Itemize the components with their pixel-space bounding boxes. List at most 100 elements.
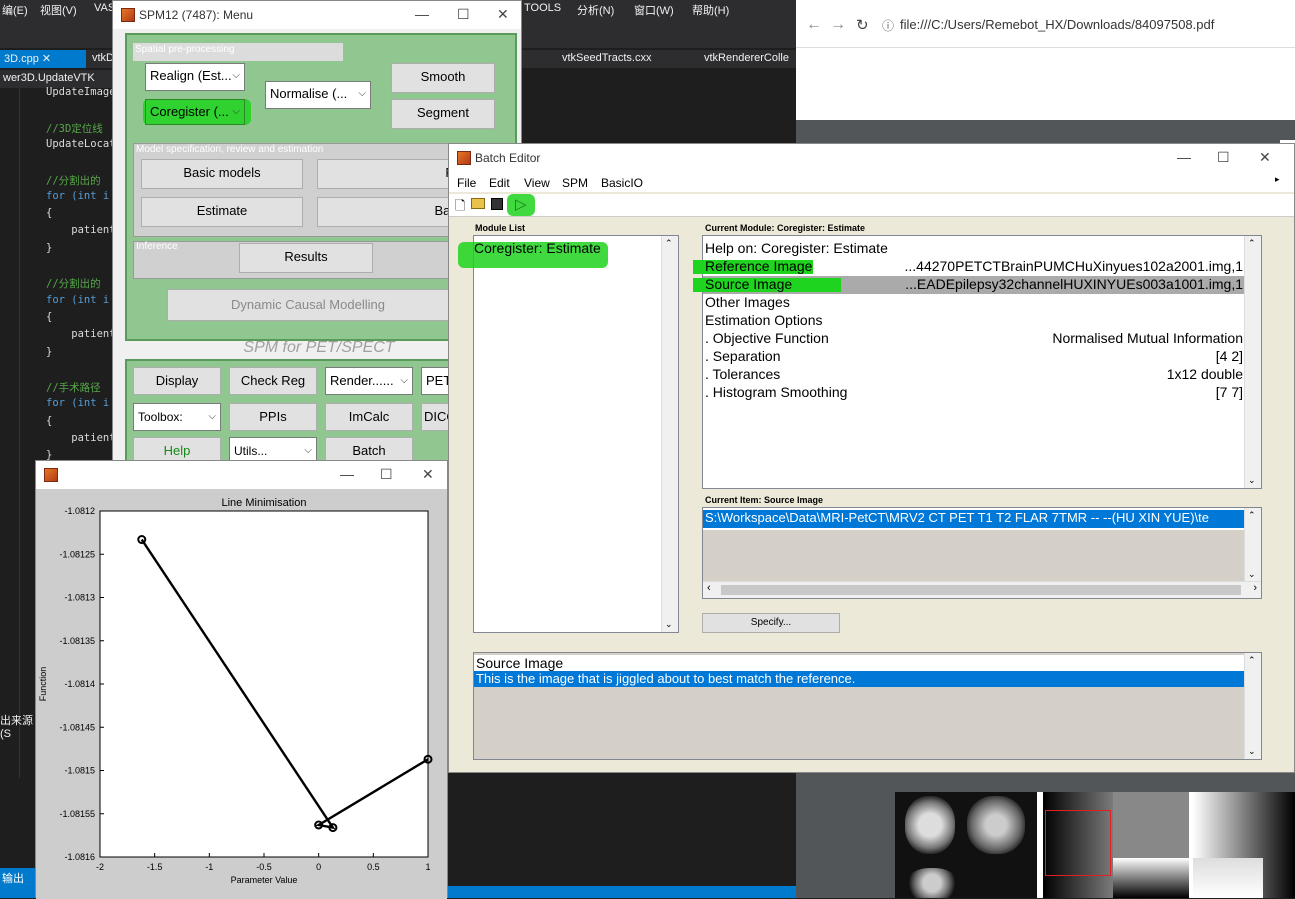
vs-menu-view[interactable]: 视图(V)	[40, 2, 77, 18]
module-item-row[interactable]: Other Images	[703, 294, 1245, 312]
batch-titlebar[interactable]: Batch Editor — ☐ ✕	[449, 144, 1294, 172]
y-tick-label: -1.0812	[64, 506, 95, 516]
chevron-up-icon[interactable]: ⌃	[665, 238, 673, 249]
close-icon[interactable]: ✕	[1259, 149, 1271, 166]
module-item-row[interactable]: Estimation Options	[703, 312, 1245, 330]
item-value: ...EADEpilepsy32channelHUXINYUEs003a1001…	[905, 276, 1243, 292]
scroll-thumb[interactable]	[721, 585, 1241, 595]
module-item-row[interactable]: . Tolerances 1x12 double	[703, 366, 1245, 384]
chevron-down-icon[interactable]: ⌄	[1248, 569, 1256, 580]
menu-view[interactable]: View	[524, 176, 550, 190]
help-scrollbar[interactable]: ⌃ ⌄	[1244, 653, 1261, 759]
run-icon[interactable]: ▷	[515, 195, 527, 213]
save-icon[interactable]	[491, 198, 503, 210]
module-item-row[interactable]: Reference Image ...44270PETCTBrainPUMCHuX…	[693, 258, 1245, 276]
value-hscrollbar[interactable]: ‹ ›	[703, 581, 1261, 598]
code-line: for (int i	[46, 397, 110, 410]
vs-tab[interactable]: vtkRendererColle	[700, 50, 793, 68]
brain-sagittal-image	[967, 796, 1025, 854]
menu-edit[interactable]: Edit	[489, 176, 510, 190]
realign-select[interactable]: Realign (Est... ⌵	[145, 63, 245, 91]
normalise-select[interactable]: Normalise (... ⌵	[265, 81, 371, 109]
ppis-button[interactable]: PPIs	[229, 403, 317, 431]
utils-select-value: Utils...	[234, 444, 268, 458]
chevron-up-icon[interactable]: ⌃	[1248, 655, 1256, 666]
close-icon[interactable]: ✕	[422, 466, 434, 483]
specify-button[interactable]: Specify...	[702, 613, 840, 633]
minimize-icon[interactable]: —	[415, 6, 429, 22]
chevron-left-icon[interactable]: ‹	[707, 582, 711, 594]
code-line: //分割出的	[46, 174, 101, 187]
menu-spm[interactable]: SPM	[562, 176, 588, 190]
vs-tab-active[interactable]: 3D.cpp ✕	[0, 50, 86, 68]
back-icon[interactable]: ←	[806, 16, 822, 34]
chevron-down-icon[interactable]: ⌄	[1248, 746, 1256, 757]
open-folder-icon[interactable]	[471, 198, 485, 209]
menu-file[interactable]: File	[457, 176, 476, 190]
y-tick-label: -1.08135	[59, 636, 95, 646]
module-items-list[interactable]: Help on: Coregister: Estimate Reference I…	[693, 235, 1262, 489]
segment-button[interactable]: Segment	[391, 99, 495, 129]
vs-menu-analyze[interactable]: 分析(N)	[577, 2, 614, 18]
chevron-down-icon[interactable]: ⌄	[1248, 475, 1256, 486]
model-frame-title: Model specification, review and estimati…	[136, 144, 324, 155]
matlab-icon	[457, 151, 471, 165]
address-bar[interactable]: file:///C:/Users/Remebot_HX/Downloads/84…	[900, 17, 1214, 32]
vs-output-tab[interactable]: 输出	[0, 868, 40, 886]
display-button[interactable]: Display	[133, 367, 221, 395]
current-item-value-box[interactable]: S:\Workspace\Data\MRI-PetCT\MRV2 CT PET …	[702, 507, 1262, 599]
chevron-right-icon[interactable]: ›	[1253, 582, 1257, 594]
module-item-row[interactable]: . Separation [4 2]	[703, 348, 1245, 366]
module-item-row[interactable]: Source Image ...EADEpilepsy32channelHUXIN…	[693, 276, 1245, 294]
vs-menu-help[interactable]: 帮助(H)	[692, 2, 729, 18]
menu-basicio[interactable]: BasicIO	[601, 176, 643, 190]
maximize-icon[interactable]: ☐	[1217, 149, 1230, 166]
module-item-row[interactable]: Help on: Coregister: Estimate	[703, 240, 1245, 258]
x-tick-label: -2	[96, 862, 104, 872]
dcm-button[interactable]: Dynamic Causal Modelling	[167, 289, 449, 321]
spm-titlebar[interactable]: SPM12 (7487): Menu — ☐ ✕	[113, 1, 521, 29]
basic-models-button[interactable]: Basic models	[141, 159, 303, 189]
estimate-button[interactable]: Estimate	[141, 197, 303, 227]
vs-menu-edit[interactable]: 编(E)	[2, 2, 28, 18]
chevron-up-icon[interactable]: ⌃	[1248, 510, 1256, 521]
check-reg-button[interactable]: Check Reg	[229, 367, 317, 395]
coregister-select[interactable]: Coregister (... ⌵	[145, 99, 245, 125]
vs-menu-tools[interactable]: TOOLS	[524, 2, 561, 14]
item-value: ...44270PETCTBrainPUMCHuXinyues102a2001.…	[904, 258, 1243, 274]
smooth-button[interactable]: Smooth	[391, 63, 495, 93]
items-scrollbar[interactable]: ⌃ ⌄	[1244, 236, 1261, 488]
x-tick-label: -1.5	[147, 862, 163, 872]
figure-titlebar[interactable]: — ☐ ✕	[36, 461, 447, 489]
current-item-value[interactable]: S:\Workspace\Data\MRI-PetCT\MRV2 CT PET …	[703, 510, 1245, 528]
toolbox-select[interactable]: Toolbox: ⌵	[133, 403, 221, 431]
module-item-row[interactable]: . Histogram Smoothing [7 7]	[703, 384, 1245, 402]
imcalc-button[interactable]: ImCalc	[325, 403, 413, 431]
chevron-down-icon[interactable]: ⌄	[665, 619, 673, 630]
reload-icon[interactable]: ↻	[856, 16, 869, 34]
module-list-scrollbar[interactable]: ⌃ ⌄	[661, 236, 678, 632]
menu-overflow-icon[interactable]: ▸	[1275, 174, 1280, 185]
module-item-row[interactable]: . Objective Function Normalised Mutual In…	[703, 330, 1245, 348]
realign-select-value: Realign (Est...	[150, 68, 232, 83]
new-file-icon[interactable]: 🗋	[455, 197, 465, 219]
code-line: {	[46, 207, 53, 220]
help-text: This is the image that is jiggled about …	[474, 671, 1245, 687]
code-line: patient	[46, 224, 116, 237]
render-select[interactable]: Render...... ⌵	[325, 367, 413, 395]
forward-icon[interactable]: →	[830, 16, 846, 34]
close-icon[interactable]: ✕	[42, 53, 51, 65]
chevron-up-icon[interactable]: ⌃	[1248, 238, 1256, 249]
module-item[interactable]: Coregister: Estimate	[474, 240, 662, 258]
vs-tab[interactable]: vtkSeedTracts.cxx	[558, 50, 655, 68]
close-icon[interactable]: ✕	[497, 6, 509, 23]
module-list[interactable]: Coregister: Estimate ⌃ ⌄	[458, 235, 679, 633]
results-button[interactable]: Results	[239, 243, 373, 273]
maximize-icon[interactable]: ☐	[380, 466, 393, 483]
x-tick-label: 0	[316, 862, 321, 872]
maximize-icon[interactable]: ☐	[457, 6, 470, 23]
minimize-icon[interactable]: —	[1177, 149, 1191, 165]
minimize-icon[interactable]: —	[340, 466, 354, 482]
value-scrollbar[interactable]: ⌃ ⌄	[1244, 508, 1261, 582]
vs-menu-window[interactable]: 窗口(W)	[634, 2, 674, 18]
